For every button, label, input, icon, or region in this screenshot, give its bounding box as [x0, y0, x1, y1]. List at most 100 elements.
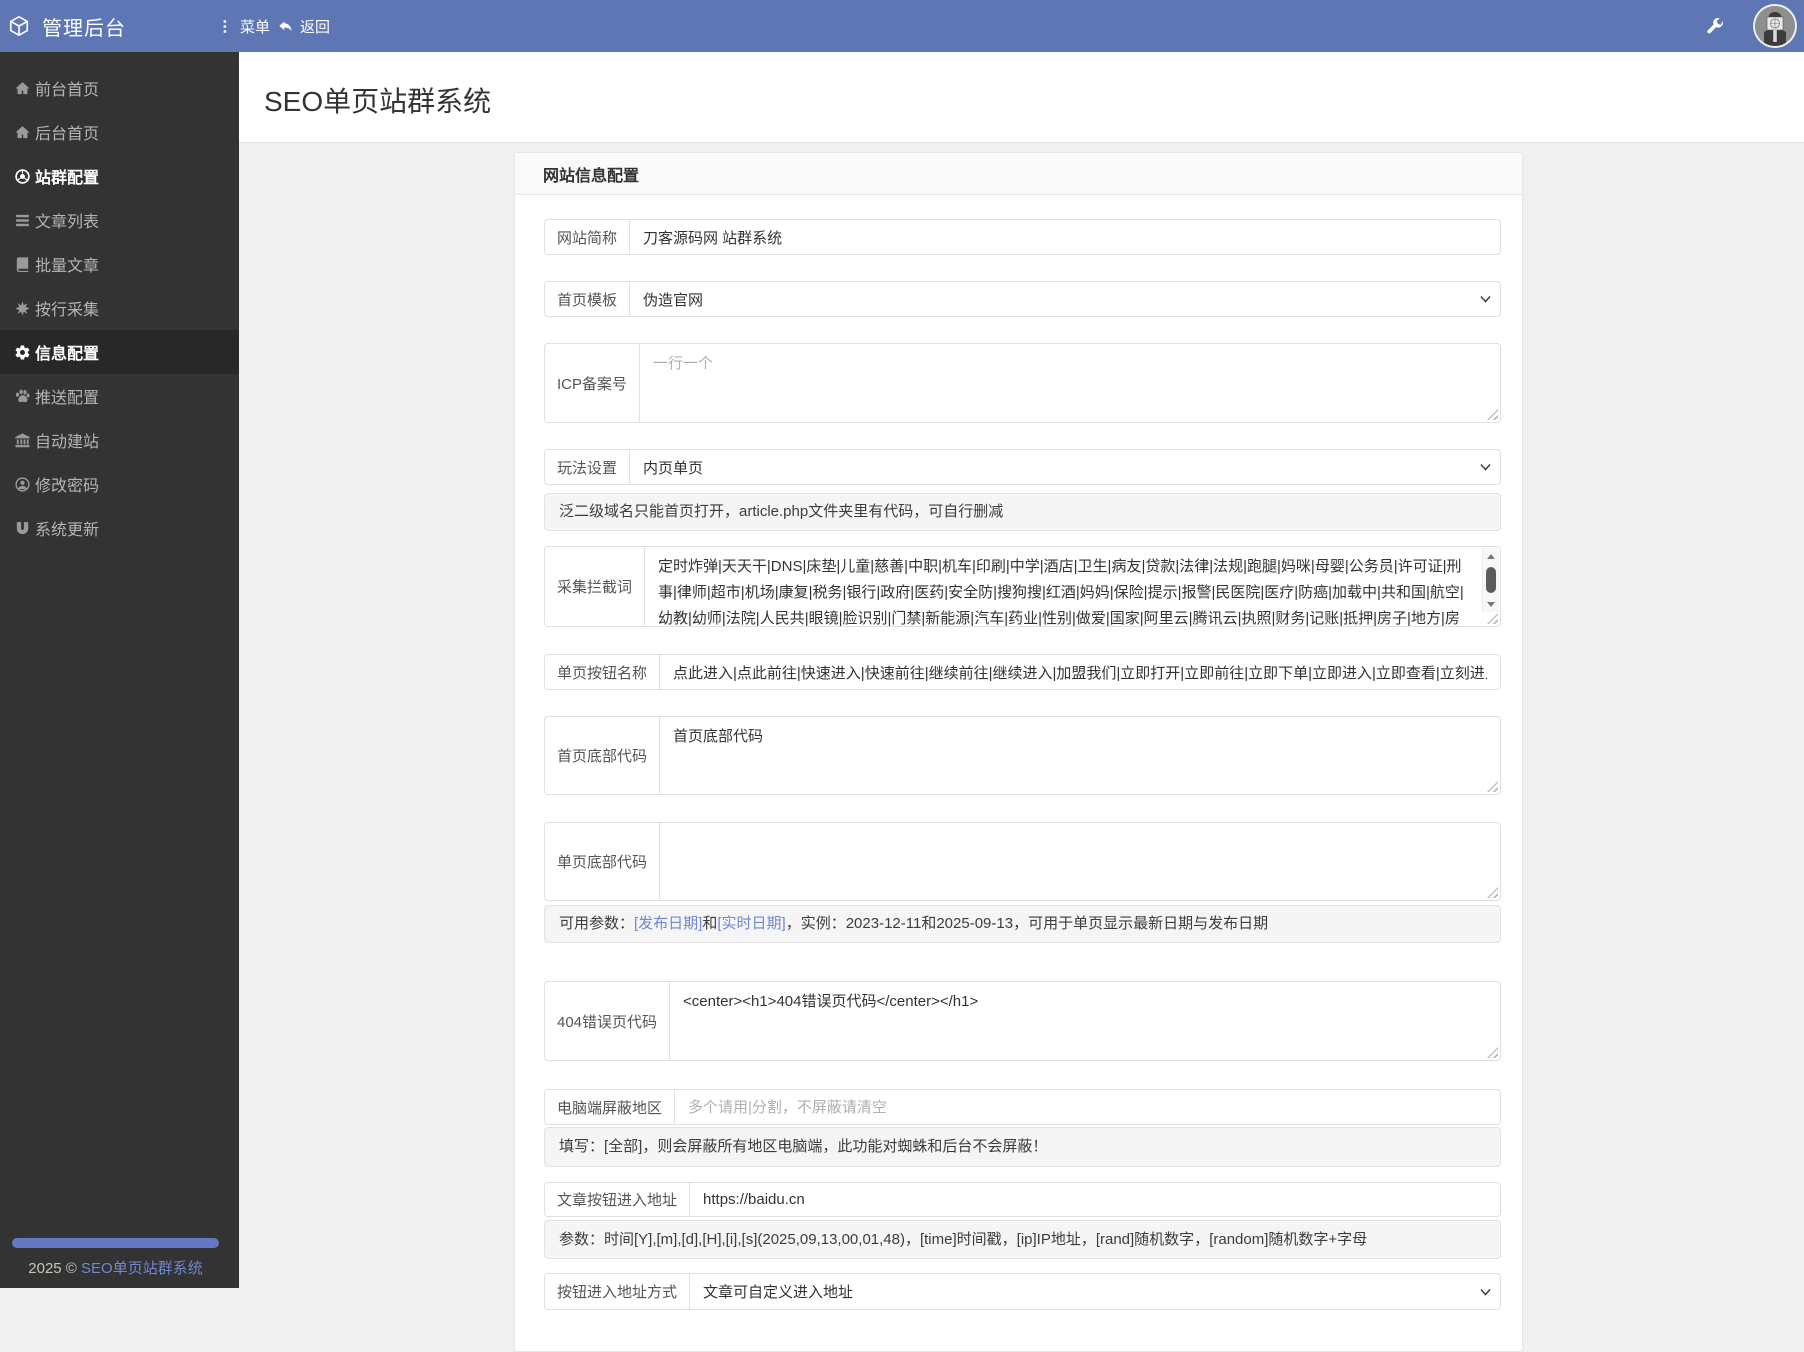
list-icon [11, 212, 33, 229]
block-words-textarea[interactable] [645, 547, 1500, 626]
cube-logo-icon [9, 16, 29, 36]
app-title: 管理后台 [42, 17, 126, 40]
help-mid: 和 [702, 915, 718, 932]
home-template-select[interactable]: 伪造官网 [629, 281, 1501, 317]
avatar-image [1755, 6, 1795, 46]
site-name-field [629, 219, 1501, 255]
icp-textarea[interactable] [640, 344, 1500, 422]
gear-icon [11, 344, 33, 361]
article-url-field [689, 1182, 1501, 1217]
enter-mode-label: 按钮进入地址方式 [544, 1273, 690, 1310]
home-footer-code-textarea[interactable] [660, 717, 1500, 794]
menu-bars-icon [223, 19, 227, 33]
sidebar-item-front-home[interactable]: 前台首页 [0, 66, 239, 110]
sidebar-item-auto-build[interactable]: 自动建站 [0, 418, 239, 462]
error404-row: 404错误页代码 [544, 981, 1501, 1061]
scroll-down-icon[interactable] [1483, 596, 1499, 612]
footer-link[interactable]: SEO单页站群系统 [81, 1260, 203, 1277]
button-names-input[interactable] [660, 655, 1500, 689]
sidebar-menu: 前台首页 后台首页 站群配置 文章列表 批量文章 按行采集 信息配置 推送配置 … [0, 52, 239, 550]
play-mode-label: 玩法设置 [544, 449, 630, 485]
sidebar-item-article-list[interactable]: 文章列表 [0, 198, 239, 242]
help-suffix: ，实例：2023-12-11和2025-09-13，可用于单页显示最新日期与发布… [785, 915, 1269, 932]
play-mode-value: 内页单页 [643, 459, 704, 477]
site-name-input[interactable] [630, 220, 1500, 254]
card-title: 网站信息配置 [543, 167, 640, 185]
play-mode-row: 玩法设置 内页单页 [544, 449, 1501, 485]
menu-toggle-label: 菜单 [240, 18, 271, 36]
site-name-row: 网站简称 [544, 219, 1501, 255]
article-url-row: 文章按钮进入地址 [544, 1182, 1501, 1217]
top-bar: 管理后台 菜单 返回 [0, 0, 1804, 52]
sidebar-item-system-update[interactable]: 系统更新 [0, 506, 239, 550]
chevron-down-icon [1480, 463, 1491, 471]
block-words-label: 采集拦截词 [544, 546, 645, 627]
help-prefix: 可用参数： [559, 915, 635, 932]
sidebar-item-info-config[interactable]: 信息配置 [0, 330, 239, 374]
sidebar-footer: 2025 © SEO单页站群系统 [0, 1257, 231, 1278]
home-template-row: 首页模板 伪造官网 [544, 281, 1501, 317]
sidebar-item-sitegroup-config[interactable]: 站群配置 [0, 154, 239, 198]
sidebar: 前台首页 后台首页 站群配置 文章列表 批量文章 按行采集 信息配置 推送配置 … [0, 52, 239, 1288]
button-names-row: 单页按钮名称 [544, 654, 1501, 690]
sidebar-item-line-collect[interactable]: 按行采集 [0, 286, 239, 330]
pc-block-help: 填写：[全部]，则会屏蔽所有地区电脑端，此功能对蜘蛛和后台不会屏蔽！ [544, 1127, 1501, 1167]
sidebar-item-admin-home[interactable]: 后台首页 [0, 110, 239, 154]
pc-block-label: 电脑端屏蔽地区 [544, 1089, 675, 1125]
publish-date-link[interactable]: [发布日期] [634, 914, 702, 934]
page-footer-code-field [659, 822, 1501, 901]
page-header: SEO单页站群系统 [239, 52, 1804, 143]
sidebar-item-change-password[interactable]: 修改密码 [0, 462, 239, 506]
icp-label: ICP备案号 [544, 343, 640, 423]
home-template-value: 伪造官网 [643, 291, 704, 309]
home-icon [11, 80, 33, 97]
home-template-label: 首页模板 [544, 281, 630, 317]
card-header: 网站信息配置 [515, 153, 1522, 195]
play-mode-select[interactable]: 内页单页 [629, 449, 1501, 485]
article-url-help: 参数：时间[Y],[m],[d],[H],[i],[s](2025,09,13,… [544, 1220, 1501, 1259]
article-url-input[interactable] [690, 1183, 1500, 1216]
page-footer-code-label: 单页底部代码 [544, 822, 660, 901]
scroll-up-icon[interactable] [1483, 548, 1499, 564]
pc-block-row: 电脑端屏蔽地区 [544, 1089, 1501, 1125]
error404-textarea[interactable] [670, 982, 1500, 1060]
paw-icon [11, 388, 33, 405]
page-footer-code-textarea[interactable] [660, 823, 1500, 900]
icp-row: ICP备案号 [544, 343, 1501, 423]
enter-mode-select[interactable]: 文章可自定义进入地址 [689, 1273, 1501, 1310]
wrench-icon[interactable] [1705, 17, 1724, 36]
icp-field [639, 343, 1501, 423]
page-footer-code-row: 单页底部代码 [544, 822, 1501, 901]
enter-mode-value: 文章可自定义进入地址 [703, 1284, 854, 1301]
page-title: SEO单页站群系统 [264, 86, 492, 117]
home-footer-code-field [659, 716, 1501, 795]
pc-block-input[interactable] [675, 1090, 1500, 1124]
chrome-circle-icon [11, 168, 33, 185]
magnet-icon [11, 520, 33, 537]
asterisk-icon [11, 300, 33, 317]
enter-mode-row: 按钮进入地址方式 文章可自定义进入地址 [544, 1273, 1501, 1310]
textarea-scrollbar[interactable] [1482, 548, 1499, 612]
sidebar-scroll-bar[interactable] [12, 1238, 219, 1248]
play-mode-help: 泛二级域名只能首页打开，article.php文件夹里有代码，可自行删减 [544, 493, 1501, 531]
sidebar-item-batch-articles[interactable]: 批量文章 [0, 242, 239, 286]
realtime-date-link[interactable]: [实时日期] [717, 914, 785, 934]
user-avatar[interactable] [1753, 4, 1797, 48]
site-name-label: 网站简称 [544, 219, 630, 255]
back-label: 返回 [300, 18, 331, 36]
button-names-field [659, 654, 1501, 690]
date-params-help: 可用参数： [发布日期] 和 [实时日期] ，实例：2023-12-11和2025-09… [544, 905, 1501, 943]
scrollbar-thumb[interactable] [1486, 567, 1496, 593]
brand: 管理后台 [8, 0, 126, 52]
error404-label: 404错误页代码 [544, 981, 670, 1061]
back-button[interactable]: 返回 [278, 0, 330, 52]
article-url-label: 文章按钮进入地址 [544, 1182, 690, 1217]
chevron-down-icon [1480, 295, 1491, 303]
site-info-config-card: 网站信息配置 网站简称 首页模板 伪造官网 ICP备案号 玩法设置 内页单页 泛… [514, 152, 1523, 1352]
button-names-label: 单页按钮名称 [544, 654, 660, 690]
menu-toggle-button[interactable]: 菜单 [218, 0, 270, 52]
sidebar-item-push-config[interactable]: 推送配置 [0, 374, 239, 418]
bank-icon [11, 432, 33, 449]
block-words-row: 采集拦截词 [544, 546, 1501, 627]
block-words-field [644, 546, 1501, 627]
